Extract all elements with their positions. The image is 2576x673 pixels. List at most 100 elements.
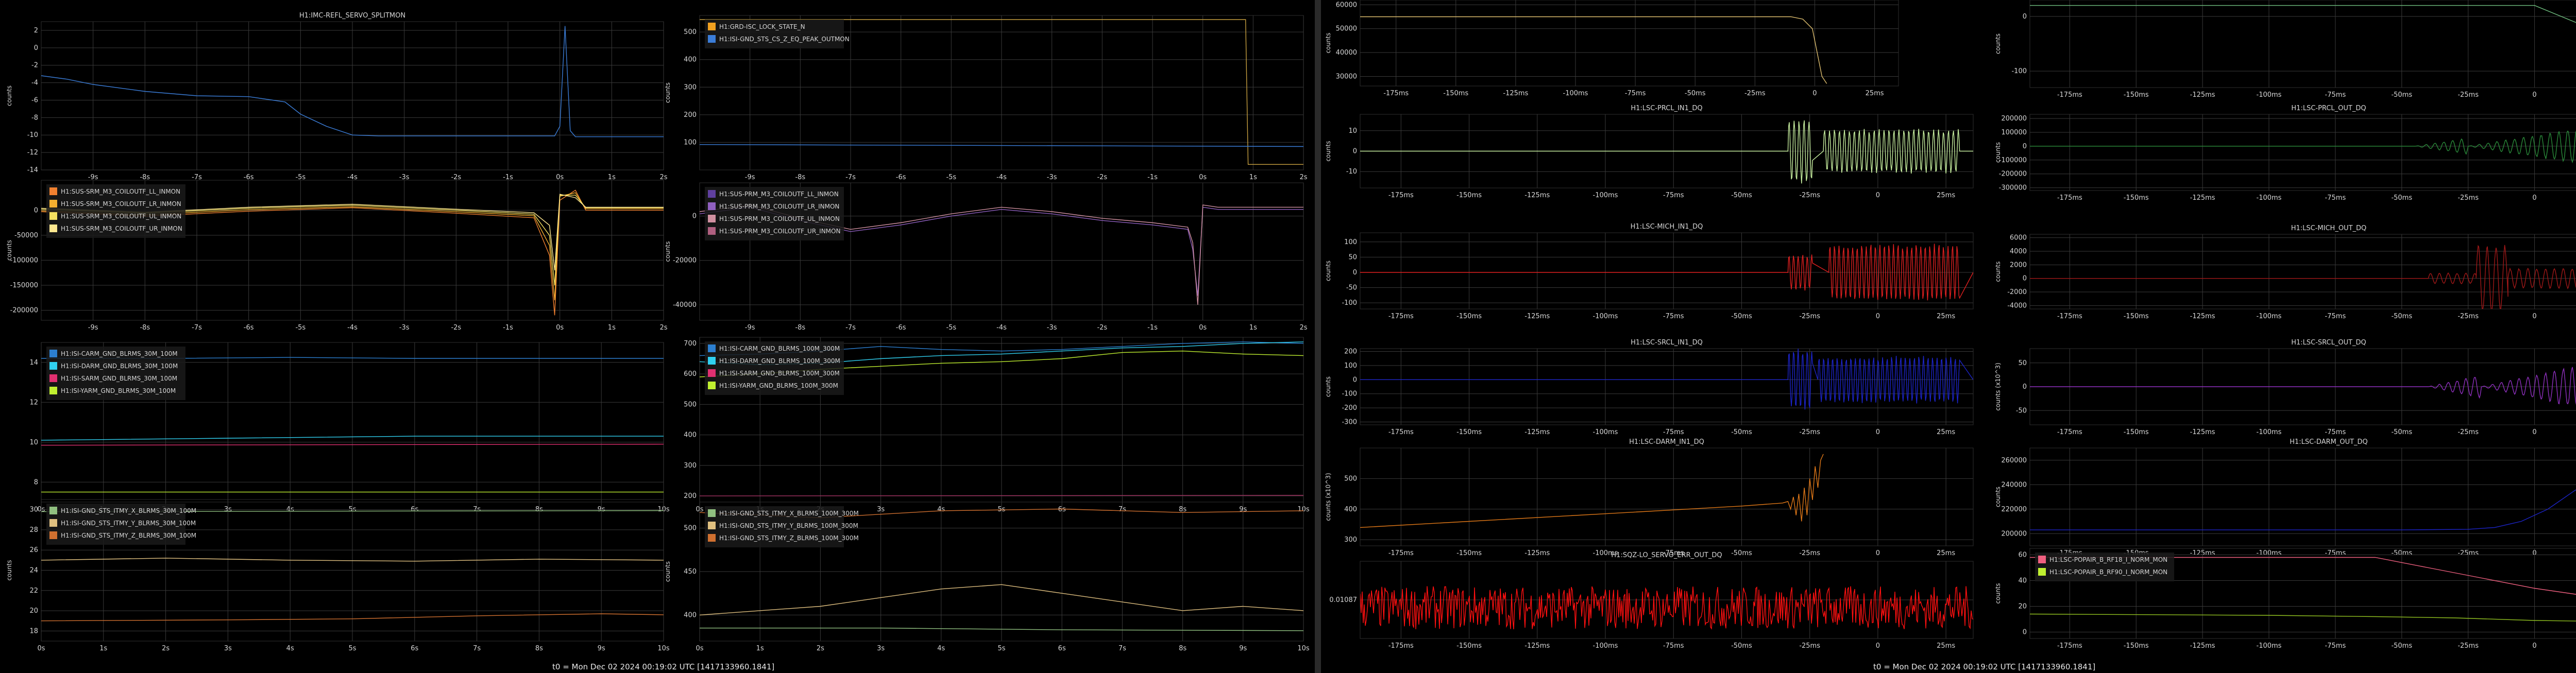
- x-tick-label: 0s: [696, 645, 703, 652]
- x-tick-label: -3s: [399, 324, 410, 332]
- legend-swatch: [49, 507, 57, 514]
- x-tick-label: -125ms: [1524, 642, 1550, 650]
- x-tick-label: -125ms: [2190, 91, 2215, 99]
- x-tick-label: -25ms: [1799, 549, 1820, 557]
- x-tick-label: -5s: [295, 324, 306, 332]
- legend-label[interactable]: H1:SUS-PRM_M3_COILOUTF_LL_INMON: [719, 191, 839, 198]
- y-tick-label: 26: [29, 546, 38, 554]
- y-axis-label: counts: [1325, 32, 1332, 53]
- chart-title: H1:LSC-PRCL_IN1_DQ: [1631, 105, 1702, 112]
- legend-label[interactable]: H1:LSC-POPAIR_B_RF90_I_NORM_MON: [2049, 568, 2167, 576]
- legend-label[interactable]: H1:ISI-GND_STS_ITMY_Z_BLRMS_100M_300M: [719, 534, 859, 542]
- y-tick-label: 200000: [2001, 530, 2027, 538]
- y-tick-label: -100: [2011, 67, 2027, 75]
- legend-label[interactable]: H1:ISI-GND_STS_ITMY_Y_BLRMS_100M_300M: [719, 522, 858, 529]
- legend-label[interactable]: H1:ISI-GND_STS_ITMY_Y_BLRMS_30M_100M: [61, 520, 196, 527]
- y-tick-label: -12: [27, 149, 38, 157]
- legend-swatch: [49, 187, 57, 195]
- legend-label[interactable]: H1:GRD-ISC_LOCK_STATE_N: [719, 23, 805, 30]
- x-tick-label: -3s: [1047, 324, 1057, 332]
- legend-label[interactable]: H1:ISI-CARM_GND_BLRMS_30M_100M: [61, 350, 178, 357]
- legend-label[interactable]: H1:ISI-DARM_GND_BLRMS_30M_100M: [61, 363, 178, 370]
- chart-title: H1:IMC-REFL_SERVO_SPLITMON: [299, 12, 405, 20]
- x-tick-label: 4s: [286, 645, 294, 652]
- y-tick-label: 20: [29, 607, 38, 615]
- y-tick-label: -8: [31, 114, 38, 122]
- x-tick-label: -8s: [795, 174, 805, 181]
- x-tick-label: 1s: [1249, 324, 1257, 332]
- legend-swatch: [49, 350, 57, 357]
- chart-title: H1:LSC-SRCL_OUT_DQ: [2291, 339, 2366, 347]
- legend-label[interactable]: H1:SUS-SRM_M3_COILOUTF_UL_INMON: [61, 213, 181, 220]
- y-tick-label: 220000: [2001, 506, 2027, 513]
- y-tick-label: 12: [29, 399, 38, 406]
- legend-label[interactable]: H1:ISI-GND_STS_CS_Z_EQ_PEAK_OUTMON: [719, 36, 850, 43]
- x-tick-label: 0: [1876, 428, 1880, 436]
- x-tick-label: -150ms: [2124, 194, 2149, 202]
- y-axis-label: counts: [1994, 142, 2002, 163]
- x-tick-label: -4s: [347, 324, 358, 332]
- x-tick-label: -6s: [896, 174, 906, 181]
- legend-label[interactable]: H1:SUS-SRM_M3_COILOUTF_LR_INMON: [61, 200, 181, 208]
- legend-label[interactable]: H1:SUS-PRM_M3_COILOUTF_UL_INMON: [719, 215, 840, 222]
- legend-label[interactable]: H1:ISI-SARM_GND_BLRMS_100M_300M: [719, 370, 840, 377]
- chart-title: H1:LSC-DARM_IN1_DQ: [1629, 438, 1704, 446]
- x-tick-label: -150ms: [1456, 313, 1482, 320]
- x-tick-label: -175ms: [2057, 91, 2082, 99]
- y-tick-label: -150000: [10, 282, 38, 289]
- y-tick-label: 200: [684, 492, 697, 500]
- legend-label[interactable]: H1:SUS-PRM_M3_COILOUTF_LR_INMON: [719, 203, 839, 210]
- y-tick-label: 18: [29, 627, 38, 635]
- x-tick-label: -25ms: [2458, 194, 2479, 202]
- x-tick-label: 0: [2532, 313, 2536, 320]
- legend-label[interactable]: H1:ISI-GND_STS_ITMY_X_BLRMS_100M_300M: [719, 510, 859, 517]
- x-tick-label: 5s: [997, 645, 1005, 652]
- legend-label[interactable]: H1:SUS-PRM_M3_COILOUTF_UR_INMON: [719, 228, 840, 235]
- legend-label[interactable]: H1:SUS-SRM_M3_COILOUTF_LL_INMON: [61, 188, 180, 195]
- y-tick-label: 2: [34, 27, 38, 34]
- legend-label[interactable]: H1:ISI-DARM_GND_BLRMS_100M_300M: [719, 357, 840, 365]
- x-tick-label: -175ms: [2057, 428, 2082, 436]
- x-tick-label: 7s: [1118, 645, 1126, 652]
- legend-swatch: [2038, 556, 2046, 563]
- y-tick-label: 8: [34, 478, 38, 486]
- legend-label[interactable]: H1:ISI-GND_STS_ITMY_X_BLRMS_30M_100M: [61, 507, 196, 514]
- y-tick-label: 500: [684, 28, 697, 36]
- y-tick-label: -100000: [10, 256, 38, 264]
- legend-label[interactable]: H1:LSC-POPAIR_B_RF18_I_NORM_MON: [2049, 556, 2167, 563]
- y-tick-label: -50: [2016, 407, 2027, 415]
- legend-label[interactable]: H1:ISI-YARM_GND_BLRMS_100M_300M: [719, 382, 838, 389]
- legend-swatch: [708, 382, 716, 389]
- legend-label[interactable]: H1:ISI-SARM_GND_BLRMS_30M_100M: [61, 375, 177, 382]
- x-tick-label: -75ms: [2325, 91, 2346, 99]
- y-tick-label: -100: [1342, 299, 1357, 307]
- x-tick-label: -50ms: [1731, 642, 1752, 650]
- x-tick-label: -175ms: [1383, 90, 1409, 97]
- y-tick-label: 100: [1344, 362, 1357, 370]
- x-tick-label: 25ms: [1866, 90, 1884, 97]
- legend-swatch: [49, 200, 57, 208]
- x-tick-label: -175ms: [1388, 428, 1414, 436]
- legend-label[interactable]: H1:ISI-CARM_GND_BLRMS_100M_300M: [719, 345, 840, 352]
- y-tick-label: 10: [29, 439, 38, 446]
- x-tick-label: -2s: [1097, 174, 1107, 181]
- x-tick-label: -75ms: [2325, 194, 2346, 202]
- x-tick-label: -1s: [1147, 174, 1158, 181]
- legend-label[interactable]: H1:SUS-SRM_M3_COILOUTF_UR_INMON: [61, 225, 182, 232]
- y-tick-label: 400: [1344, 506, 1357, 513]
- x-tick-label: -75ms: [1663, 192, 1684, 199]
- x-tick-label: -1s: [503, 324, 513, 332]
- y-axis-label: counts: [1994, 261, 2002, 282]
- legend-label[interactable]: H1:ISI-GND_STS_ITMY_Z_BLRMS_30M_100M: [61, 532, 196, 539]
- x-tick-label: -100ms: [2257, 428, 2282, 436]
- y-tick-label: 0: [1353, 269, 1357, 277]
- x-tick-label: -25ms: [2458, 428, 2479, 436]
- legend-swatch: [708, 35, 716, 43]
- y-axis-label: counts: [1325, 141, 1332, 161]
- x-tick-label: -125ms: [1524, 192, 1550, 199]
- legend-swatch: [708, 357, 716, 365]
- legend-label[interactable]: H1:ISI-YARM_GND_BLRMS_30M_100M: [61, 387, 176, 394]
- y-tick-label: -300000: [1999, 184, 2027, 192]
- pane-divider[interactable]: [1315, 0, 1321, 673]
- x-tick-label: 0: [2532, 642, 2536, 650]
